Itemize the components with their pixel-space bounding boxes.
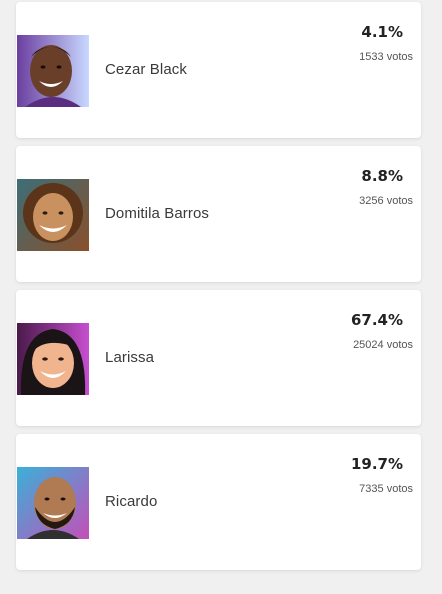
person-photo-icon <box>17 179 89 251</box>
candidate-card[interactable]: Domitila Barros 8.8% 3256 votos <box>16 146 421 282</box>
candidate-card[interactable]: Ricardo 19.7% 7335 votos <box>16 434 421 570</box>
poll-results-list: Cezar Black 4.1% 1533 votos Domitila Bar… <box>16 2 421 578</box>
vote-percentage: 19.7% <box>350 455 403 473</box>
candidate-name: Ricardo <box>105 493 158 510</box>
person-photo-icon <box>17 323 89 395</box>
vote-percentage: 67.4% <box>350 311 403 329</box>
vote-count: 1533 votos <box>359 51 413 63</box>
vote-count: 25024 votos <box>353 339 413 351</box>
person-photo-icon <box>17 35 89 107</box>
vote-percentage: 8.8% <box>361 167 403 185</box>
vote-percentage: 4.1% <box>361 23 403 41</box>
candidate-name: Larissa <box>105 349 155 366</box>
candidate-card[interactable]: Larissa 67.4% 25024 votos <box>16 290 421 426</box>
vote-count: 7335 votos <box>359 483 413 495</box>
candidate-name: Domitila Barros <box>105 205 210 222</box>
person-photo-icon <box>17 467 89 539</box>
candidate-card[interactable]: Cezar Black 4.1% 1533 votos <box>16 2 421 138</box>
candidate-name: Cezar Black <box>105 61 187 78</box>
vote-count: 3256 votos <box>359 195 413 207</box>
